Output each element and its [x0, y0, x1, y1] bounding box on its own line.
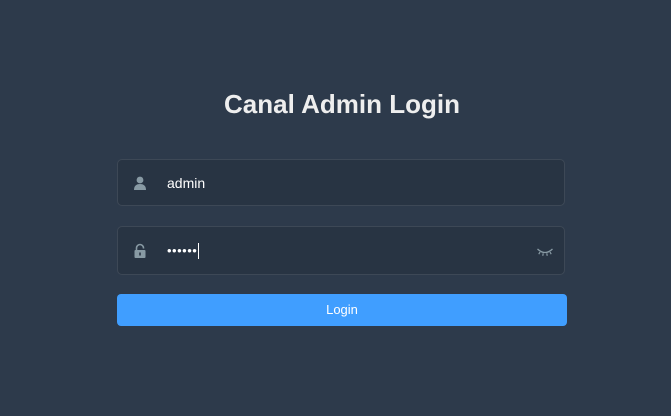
text-caret — [198, 243, 200, 260]
username-field[interactable]: admin — [117, 159, 565, 206]
password-input[interactable]: •••••• — [167, 242, 200, 260]
lock-icon — [132, 243, 148, 259]
password-field[interactable]: •••••• — [117, 226, 565, 275]
eye-closed-icon[interactable] — [536, 245, 554, 257]
user-icon — [132, 175, 148, 191]
page-title: Canal Admin Login — [224, 89, 460, 119]
login-button[interactable]: Login — [117, 294, 567, 326]
username-input[interactable]: admin — [167, 174, 205, 192]
password-masked-value: •••••• — [167, 242, 198, 258]
login-page: Canal Admin Login admin •••••• Login — [0, 0, 671, 416]
